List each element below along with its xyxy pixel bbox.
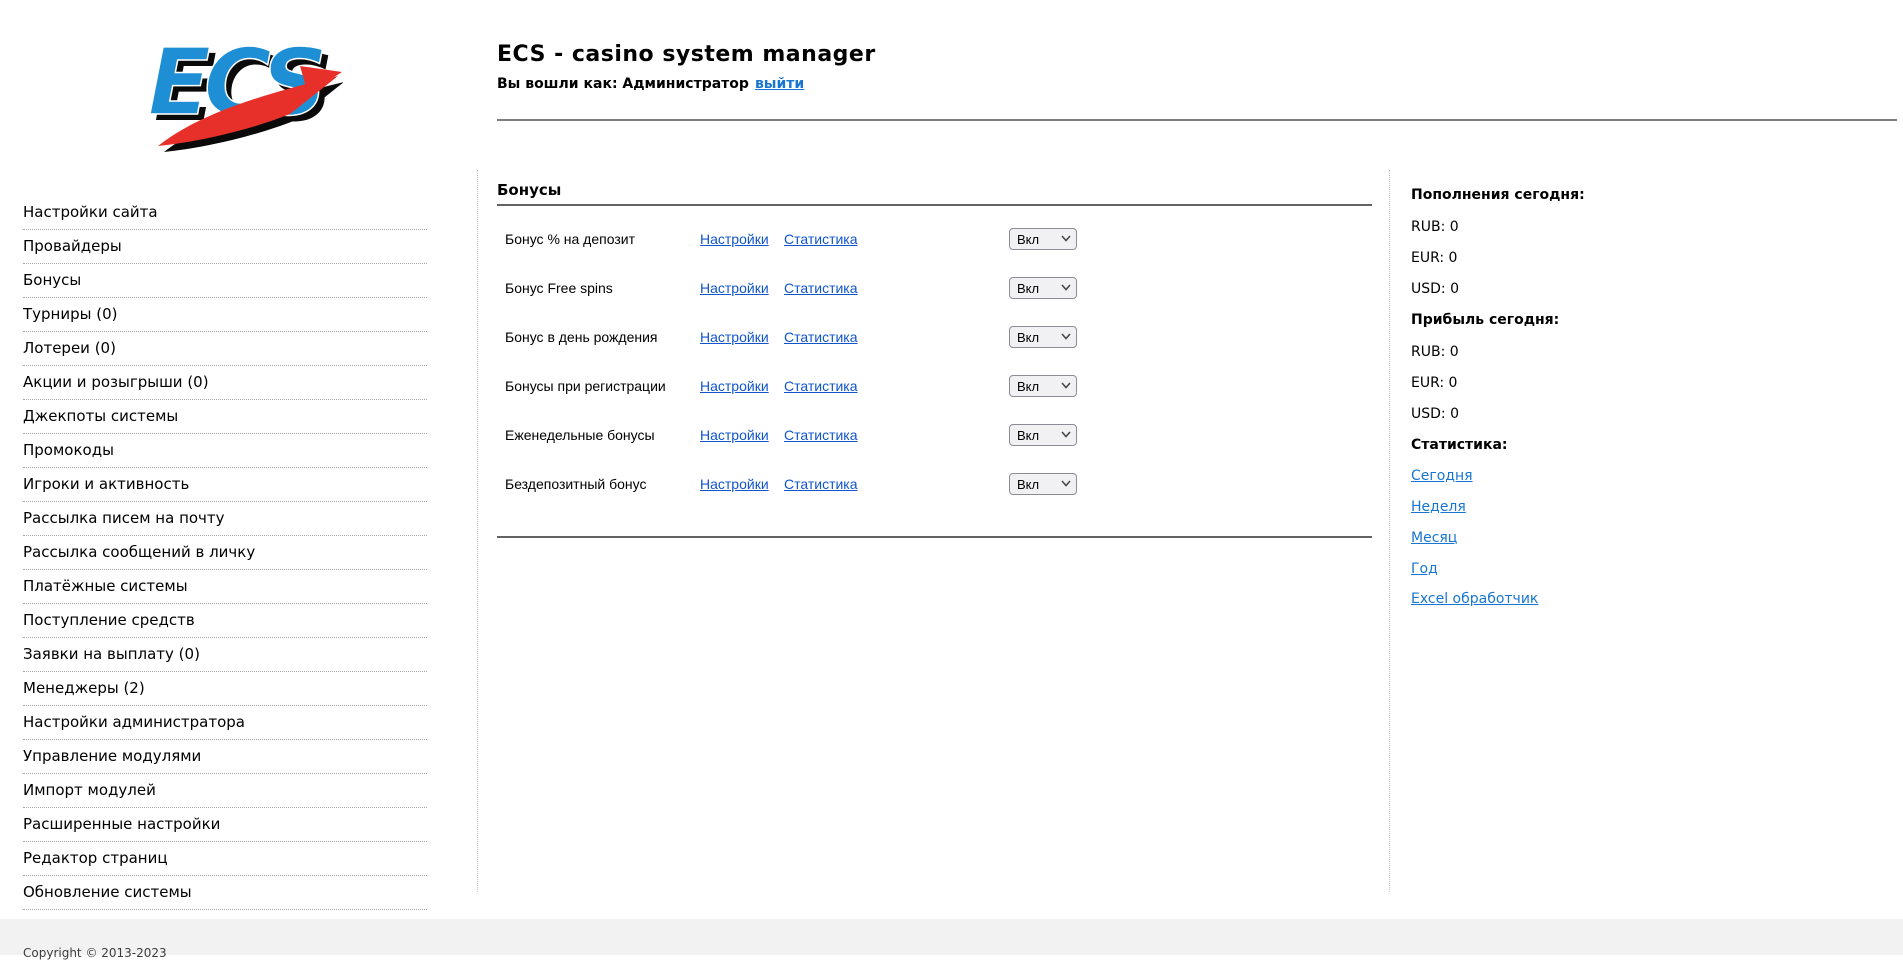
statistics-link[interactable]: Статистика bbox=[784, 369, 858, 403]
bonuses-top-divider bbox=[497, 204, 1372, 206]
settings-link[interactable]: Настройки bbox=[700, 467, 769, 501]
deposits-rub-value: RUB: 0 bbox=[1411, 217, 1459, 237]
sidebar-item-advanced-settings[interactable]: Расширенные настройки bbox=[23, 808, 427, 842]
stats-excel-link[interactable]: Excel обработчик bbox=[1411, 589, 1538, 609]
bonus-toggle-wrap: Вкл bbox=[1009, 326, 1077, 348]
bonus-toggle-select[interactable]: Вкл bbox=[1009, 326, 1077, 348]
sidebar-menu: Настройки сайта Провайдеры Бонусы Турнир… bbox=[23, 196, 427, 910]
bonus-toggle-select[interactable]: Вкл bbox=[1009, 375, 1077, 397]
stats-week-link[interactable]: Неделя bbox=[1411, 497, 1466, 517]
sidebar-item-providers[interactable]: Провайдеры bbox=[23, 230, 427, 264]
copyright-text: Copyright © 2013-2023 bbox=[23, 946, 167, 960]
ecs-logo[interactable]: ECS ECS bbox=[138, 14, 343, 154]
sidebar-item-promocodes[interactable]: Промокоды bbox=[23, 434, 427, 468]
profit-eur-value: EUR: 0 bbox=[1411, 373, 1457, 393]
bonus-label: Бонусы при регистрации bbox=[505, 369, 666, 403]
page-title: ECS - casino system manager bbox=[497, 42, 876, 67]
bonus-label: Бонус % на депозит bbox=[505, 222, 635, 256]
bonus-toggle-wrap: Вкл bbox=[1009, 424, 1077, 446]
bonus-label: Бездепозитный бонус bbox=[505, 467, 646, 501]
main-panel-divider bbox=[1389, 170, 1390, 892]
sidebar-item-page-editor[interactable]: Редактор страниц bbox=[23, 842, 427, 876]
deposits-usd-value: USD: 0 bbox=[1411, 279, 1459, 299]
bonus-toggle-select[interactable]: Вкл bbox=[1009, 277, 1077, 299]
statistics-title: Статистика: bbox=[1411, 435, 1508, 455]
sidebar-item-system-update[interactable]: Обновление системы bbox=[23, 876, 427, 910]
statistics-link[interactable]: Статистика bbox=[784, 271, 858, 305]
logout-link[interactable]: выйти bbox=[755, 76, 804, 92]
stats-today-link[interactable]: Сегодня bbox=[1411, 466, 1473, 486]
bonus-row-no-deposit: Бездепозитный бонус Настройки Статистика… bbox=[497, 467, 1382, 501]
profit-rub-value: RUB: 0 bbox=[1411, 342, 1459, 362]
sidebar-item-payout-requests[interactable]: Заявки на выплату (0) bbox=[23, 638, 427, 672]
statistics-link[interactable]: Статистика bbox=[784, 418, 858, 452]
login-status-text: Вы вошли как: Администратор bbox=[497, 76, 749, 92]
sidebar-item-module-management[interactable]: Управление модулями bbox=[23, 740, 427, 774]
bonus-label: Еженедельные бонусы bbox=[505, 418, 655, 452]
statistics-link[interactable]: Статистика bbox=[784, 320, 858, 354]
sidebar-item-bonuses[interactable]: Бонусы bbox=[23, 264, 427, 298]
settings-link[interactable]: Настройки bbox=[700, 320, 769, 354]
footer: Copyright © 2013-2023 bbox=[0, 919, 1903, 955]
sidebar-item-managers[interactable]: Менеджеры (2) bbox=[23, 672, 427, 706]
sidebar-item-admin-settings[interactable]: Настройки администратора bbox=[23, 706, 427, 740]
deposits-eur-value: EUR: 0 bbox=[1411, 248, 1457, 268]
stats-year-link[interactable]: Год bbox=[1411, 559, 1438, 579]
bonus-row-weekly: Еженедельные бонусы Настройки Статистика… bbox=[497, 418, 1382, 452]
sidebar-item-lotteries[interactable]: Лотереи (0) bbox=[23, 332, 427, 366]
stats-month-link[interactable]: Месяц bbox=[1411, 528, 1457, 548]
deposits-today-title: Пополнения сегодня: bbox=[1411, 185, 1585, 205]
login-status: Вы вошли как: Администратор выйти bbox=[497, 76, 804, 92]
statistics-link[interactable]: Статистика bbox=[784, 222, 858, 256]
sidebar-item-pm-mailing[interactable]: Рассылка сообщений в личку bbox=[23, 536, 427, 570]
sidebar-item-payment-systems[interactable]: Платёжные системы bbox=[23, 570, 427, 604]
settings-link[interactable]: Настройки bbox=[700, 418, 769, 452]
sidebar-item-site-settings[interactable]: Настройки сайта bbox=[23, 196, 427, 230]
bonuses-heading: Бонусы bbox=[497, 181, 561, 199]
bonus-toggle-wrap: Вкл bbox=[1009, 473, 1077, 495]
bonus-row-birthday: Бонус в день рождения Настройки Статисти… bbox=[497, 320, 1382, 354]
bonus-row-registration: Бонусы при регистрации Настройки Статист… bbox=[497, 369, 1382, 403]
ecs-logo-image: ECS ECS bbox=[138, 14, 343, 154]
bonus-label: Бонус в день рождения bbox=[505, 320, 658, 354]
settings-link[interactable]: Настройки bbox=[700, 369, 769, 403]
sidebar-item-email-mailing[interactable]: Рассылка писем на почту bbox=[23, 502, 427, 536]
settings-link[interactable]: Настройки bbox=[700, 271, 769, 305]
sidebar-item-promotions[interactable]: Акции и розыгрыши (0) bbox=[23, 366, 427, 400]
bonus-toggle-wrap: Вкл bbox=[1009, 228, 1077, 250]
sidebar-item-players[interactable]: Игроки и активность bbox=[23, 468, 427, 502]
bonus-toggle-wrap: Вкл bbox=[1009, 375, 1077, 397]
bonus-toggle-select[interactable]: Вкл bbox=[1009, 473, 1077, 495]
sidebar-item-module-import[interactable]: Импорт модулей bbox=[23, 774, 427, 808]
bonus-toggle-select[interactable]: Вкл bbox=[1009, 228, 1077, 250]
settings-link[interactable]: Настройки bbox=[700, 222, 769, 256]
header-divider bbox=[497, 119, 1897, 121]
sidebar-main-divider bbox=[477, 170, 478, 892]
sidebar-item-incoming-funds[interactable]: Поступление средств bbox=[23, 604, 427, 638]
bonus-row-free-spins: Бонус Free spins Настройки Статистика Вк… bbox=[497, 271, 1382, 305]
bonus-toggle-select[interactable]: Вкл bbox=[1009, 424, 1077, 446]
profit-today-title: Прибыль сегодня: bbox=[1411, 310, 1559, 330]
profit-usd-value: USD: 0 bbox=[1411, 404, 1459, 424]
bonus-row-deposit-percent: Бонус % на депозит Настройки Статистика … bbox=[497, 222, 1382, 256]
bonus-label: Бонус Free spins bbox=[505, 271, 613, 305]
bonuses-bottom-divider bbox=[497, 536, 1372, 538]
sidebar-item-jackpots[interactable]: Джекпоты системы bbox=[23, 400, 427, 434]
sidebar-item-tournaments[interactable]: Турниры (0) bbox=[23, 298, 427, 332]
bonus-toggle-wrap: Вкл bbox=[1009, 277, 1077, 299]
statistics-link[interactable]: Статистика bbox=[784, 467, 858, 501]
